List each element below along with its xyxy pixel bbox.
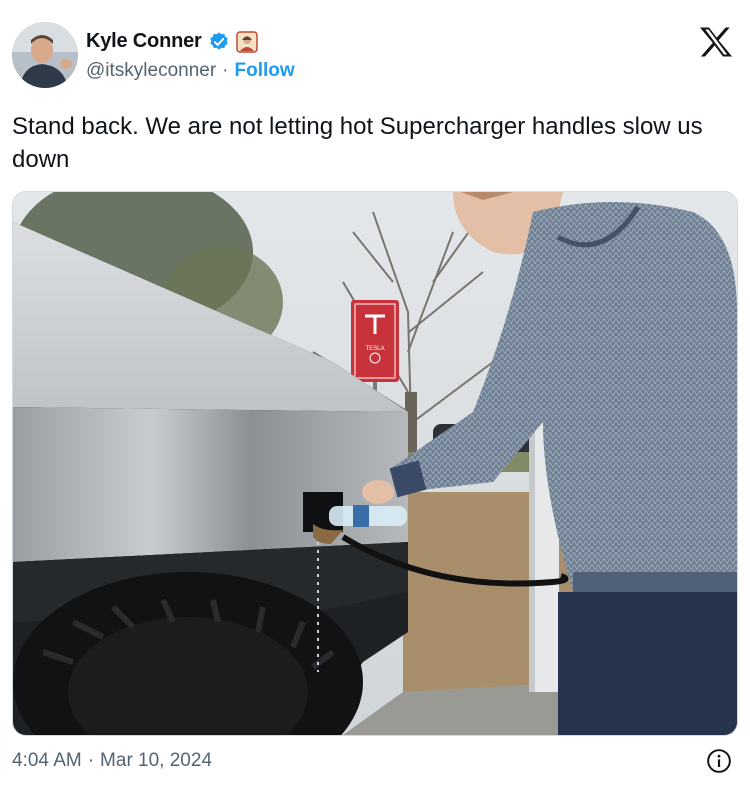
- tweet-timestamp[interactable]: 4:04 AM · Mar 10, 2024: [12, 750, 212, 772]
- author-name-row: Kyle Conner: [86, 30, 258, 53]
- author-display-name[interactable]: Kyle Conner: [86, 30, 202, 53]
- tweet-time: 4:04 AM: [12, 750, 82, 771]
- author-handle[interactable]: @itskyleconner: [86, 60, 216, 82]
- affiliate-badge-icon: [235, 30, 258, 53]
- follow-button[interactable]: Follow: [235, 60, 295, 82]
- timestamp-separator: ·: [87, 750, 95, 771]
- tweet-photo[interactable]: TESLA: [12, 191, 738, 736]
- handle-separator: ·: [222, 60, 229, 81]
- tweet-text: Stand back. We are not letting hot Super…: [12, 113, 703, 173]
- avatar[interactable]: [12, 22, 78, 88]
- x-logo-icon[interactable]: [698, 26, 734, 58]
- info-icon[interactable]: [706, 748, 732, 774]
- sign-brand-text: TESLA: [365, 346, 384, 352]
- verified-badge-icon: [209, 31, 228, 50]
- tweet-date: Mar 10, 2024: [100, 750, 213, 771]
- tweet-card: Kyle Conner @itskyleconner · Follow Stan…: [0, 0, 750, 804]
- author-handle-row: @itskyleconner · Follow: [86, 60, 295, 82]
